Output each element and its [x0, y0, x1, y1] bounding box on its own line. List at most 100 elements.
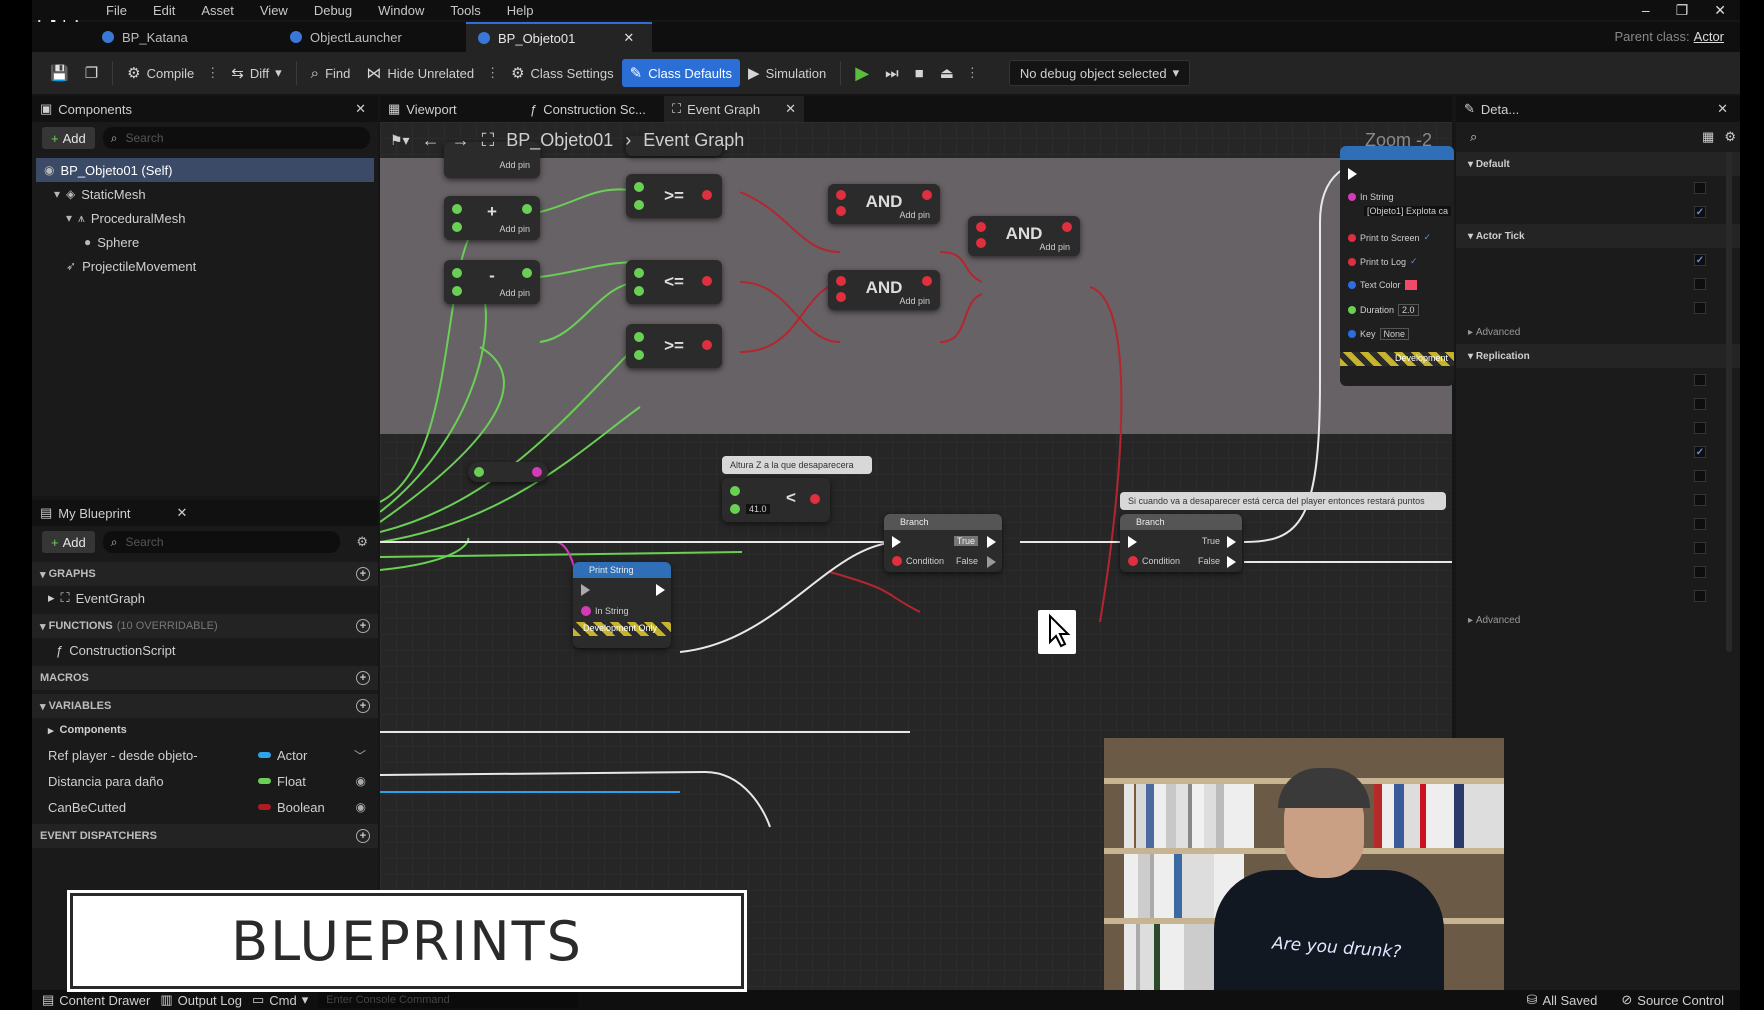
section-graphs[interactable]: ▾ GRAPHS + [32, 562, 378, 586]
add-graph-icon[interactable]: + [356, 567, 370, 581]
output-log-button[interactable]: ▥ Output Log [160, 992, 242, 1008]
variable-row[interactable]: Distancia para daño Float ◉ [32, 768, 378, 794]
checkbox[interactable] [1694, 566, 1706, 578]
breadcrumb-leaf[interactable]: Event Graph [643, 130, 744, 151]
exec-in-pin[interactable] [1348, 168, 1357, 180]
chevron-down-icon[interactable]: ﹀ [354, 747, 366, 764]
section-replication[interactable]: ▾ Replication [1456, 344, 1740, 368]
simulation-button[interactable]: ▶ Simulation [740, 59, 834, 87]
minimize-icon[interactable]: – [1642, 2, 1650, 19]
tree-item-self[interactable]: ◉ BP_Objeto01 (Self) [36, 158, 374, 182]
in-string-pin[interactable] [581, 606, 591, 616]
branch-node[interactable]: Branch True Condition False [884, 514, 1002, 572]
condition-pin[interactable] [892, 556, 902, 566]
variable-group-components[interactable]: ▸ Components [32, 718, 378, 742]
key-pin[interactable] [1348, 330, 1356, 338]
my-blueprint-search-input[interactable]: ⌕ Search [102, 531, 341, 553]
output-pin[interactable] [532, 467, 542, 477]
menu-file[interactable]: File [106, 3, 127, 18]
add-function-icon[interactable]: + [356, 619, 370, 633]
exec-out-pin[interactable] [656, 584, 665, 596]
true-pin[interactable] [1227, 536, 1236, 548]
checkbox[interactable] [1694, 470, 1706, 482]
close-panel-icon[interactable]: ✕ [177, 505, 188, 521]
forward-arrow-icon[interactable]: → [452, 130, 470, 151]
more-options-icon[interactable]: ⋮ [486, 65, 499, 81]
and-node[interactable]: AND Add pin [828, 270, 940, 310]
print-screen-pin[interactable] [1348, 233, 1356, 242]
section-variables[interactable]: ▾ VARIABLES + [32, 694, 378, 718]
checkbox[interactable] [1694, 590, 1706, 602]
tab-event-graph[interactable]: ⛶ Event Graph ✕ [664, 96, 804, 122]
and-node[interactable]: AND Add pin [828, 184, 940, 224]
greater-equal-node[interactable]: >= [626, 324, 722, 368]
checkbox[interactable] [1694, 494, 1706, 506]
print-log-pin[interactable] [1348, 257, 1356, 266]
section-default[interactable]: ▾ Default [1456, 152, 1740, 176]
class-defaults-button[interactable]: ✎ Class Defaults [621, 59, 741, 87]
duration-pin[interactable] [1348, 306, 1356, 314]
gear-icon[interactable]: ⚙ [1724, 129, 1736, 145]
step-button[interactable]: ⏭ [877, 59, 907, 87]
input-pin[interactable] [730, 486, 740, 496]
play-button[interactable]: ▶ [847, 59, 877, 87]
branch-node[interactable]: Branch True Condition False [1120, 514, 1242, 572]
add-node[interactable]: + Add pin [444, 196, 540, 240]
false-pin[interactable] [987, 556, 996, 568]
input-pin[interactable] [730, 504, 740, 514]
close-panel-icon[interactable]: ✕ [1717, 101, 1728, 117]
components-search-input[interactable]: ⌕ Search [102, 127, 370, 149]
eye-icon[interactable]: ◉ [356, 774, 366, 788]
checkbox[interactable] [1694, 398, 1706, 410]
subtract-node[interactable]: - Add pin [444, 260, 540, 304]
restore-icon[interactable]: ❐ [1676, 2, 1689, 19]
doc-tab-bp-katana[interactable]: BP_Katana [90, 22, 200, 52]
checkbox[interactable] [1694, 422, 1706, 434]
check-icon[interactable]: ✓ [1410, 256, 1418, 267]
input-pin[interactable] [452, 222, 462, 232]
section-functions[interactable]: ▾ FUNCTIONS (10 OVERRIDABLE) + [32, 614, 378, 638]
in-string-pin[interactable] [1348, 193, 1356, 201]
menu-edit[interactable]: Edit [153, 3, 175, 18]
tree-item-projectilemovement[interactable]: ➶ ProjectileMovement [32, 254, 378, 278]
checkbox[interactable]: ✓ [1694, 446, 1706, 458]
doc-tab-bp-objeto01[interactable]: BP_Objeto01 ✕ [466, 22, 652, 52]
add-variable-icon[interactable]: + [356, 699, 370, 713]
close-panel-icon[interactable]: ✕ [355, 101, 366, 117]
details-scrollbar[interactable] [1726, 152, 1732, 652]
and-node[interactable]: AND Add pin [968, 216, 1080, 256]
tree-item-proceduralmesh[interactable]: ▾ ⩚ ProceduralMesh [32, 206, 378, 230]
less-than-node[interactable]: 41.0 < [722, 478, 830, 522]
tree-item-staticmesh[interactable]: ▾ ◈ StaticMesh [32, 182, 378, 206]
in-string-value[interactable]: [Objeto1] Explota ca [1364, 206, 1452, 216]
add-member-button[interactable]: + Add [42, 531, 95, 553]
section-actor-tick[interactable]: ▾ Actor Tick [1456, 224, 1740, 248]
doc-tab-objectlauncher[interactable]: ObjectLauncher [278, 22, 414, 52]
input-pin[interactable] [452, 286, 462, 296]
false-pin[interactable] [1227, 556, 1236, 568]
less-equal-node[interactable]: <= [626, 260, 722, 304]
all-saved-indicator[interactable]: ⛁ All Saved [1527, 992, 1598, 1008]
section-advanced[interactable]: ▸ Advanced [1456, 608, 1740, 632]
bookmark-icon[interactable]: ⚑▾ [390, 132, 410, 149]
input-pin[interactable] [474, 467, 484, 477]
class-settings-button[interactable]: ⚙ Class Settings [503, 59, 622, 87]
breadcrumb-root[interactable]: BP_Objeto01 [506, 130, 613, 151]
check-icon[interactable]: ✓ [1424, 232, 1432, 243]
add-dispatcher-icon[interactable]: + [356, 829, 370, 843]
debug-object-select[interactable]: No debug object selected ▾ [1008, 60, 1191, 86]
find-button[interactable]: ⌕ Find [303, 59, 359, 87]
compile-button[interactable]: ⚙ Compile [119, 59, 202, 87]
menu-view[interactable]: View [260, 3, 288, 18]
print-string-node[interactable]: Print String In String Development Only [573, 562, 671, 648]
stop-button[interactable]: ■ [907, 59, 932, 87]
eye-icon[interactable]: ◉ [356, 800, 366, 814]
close-tab-icon[interactable]: ✕ [623, 30, 634, 46]
variable-row[interactable]: Ref player - desde objeto- Actor ﹀ [32, 742, 378, 768]
exec-in-pin[interactable] [892, 536, 901, 548]
grid-icon[interactable]: ▦ [1702, 129, 1714, 145]
diff-button[interactable]: ⇆ Diff ▾ [223, 59, 289, 87]
print-string-node-partial[interactable]: In String [Objeto1] Explota ca Print to … [1340, 146, 1454, 386]
tree-item-sphere[interactable]: ● Sphere [32, 230, 378, 254]
checkbox[interactable]: ✓ [1694, 254, 1706, 266]
